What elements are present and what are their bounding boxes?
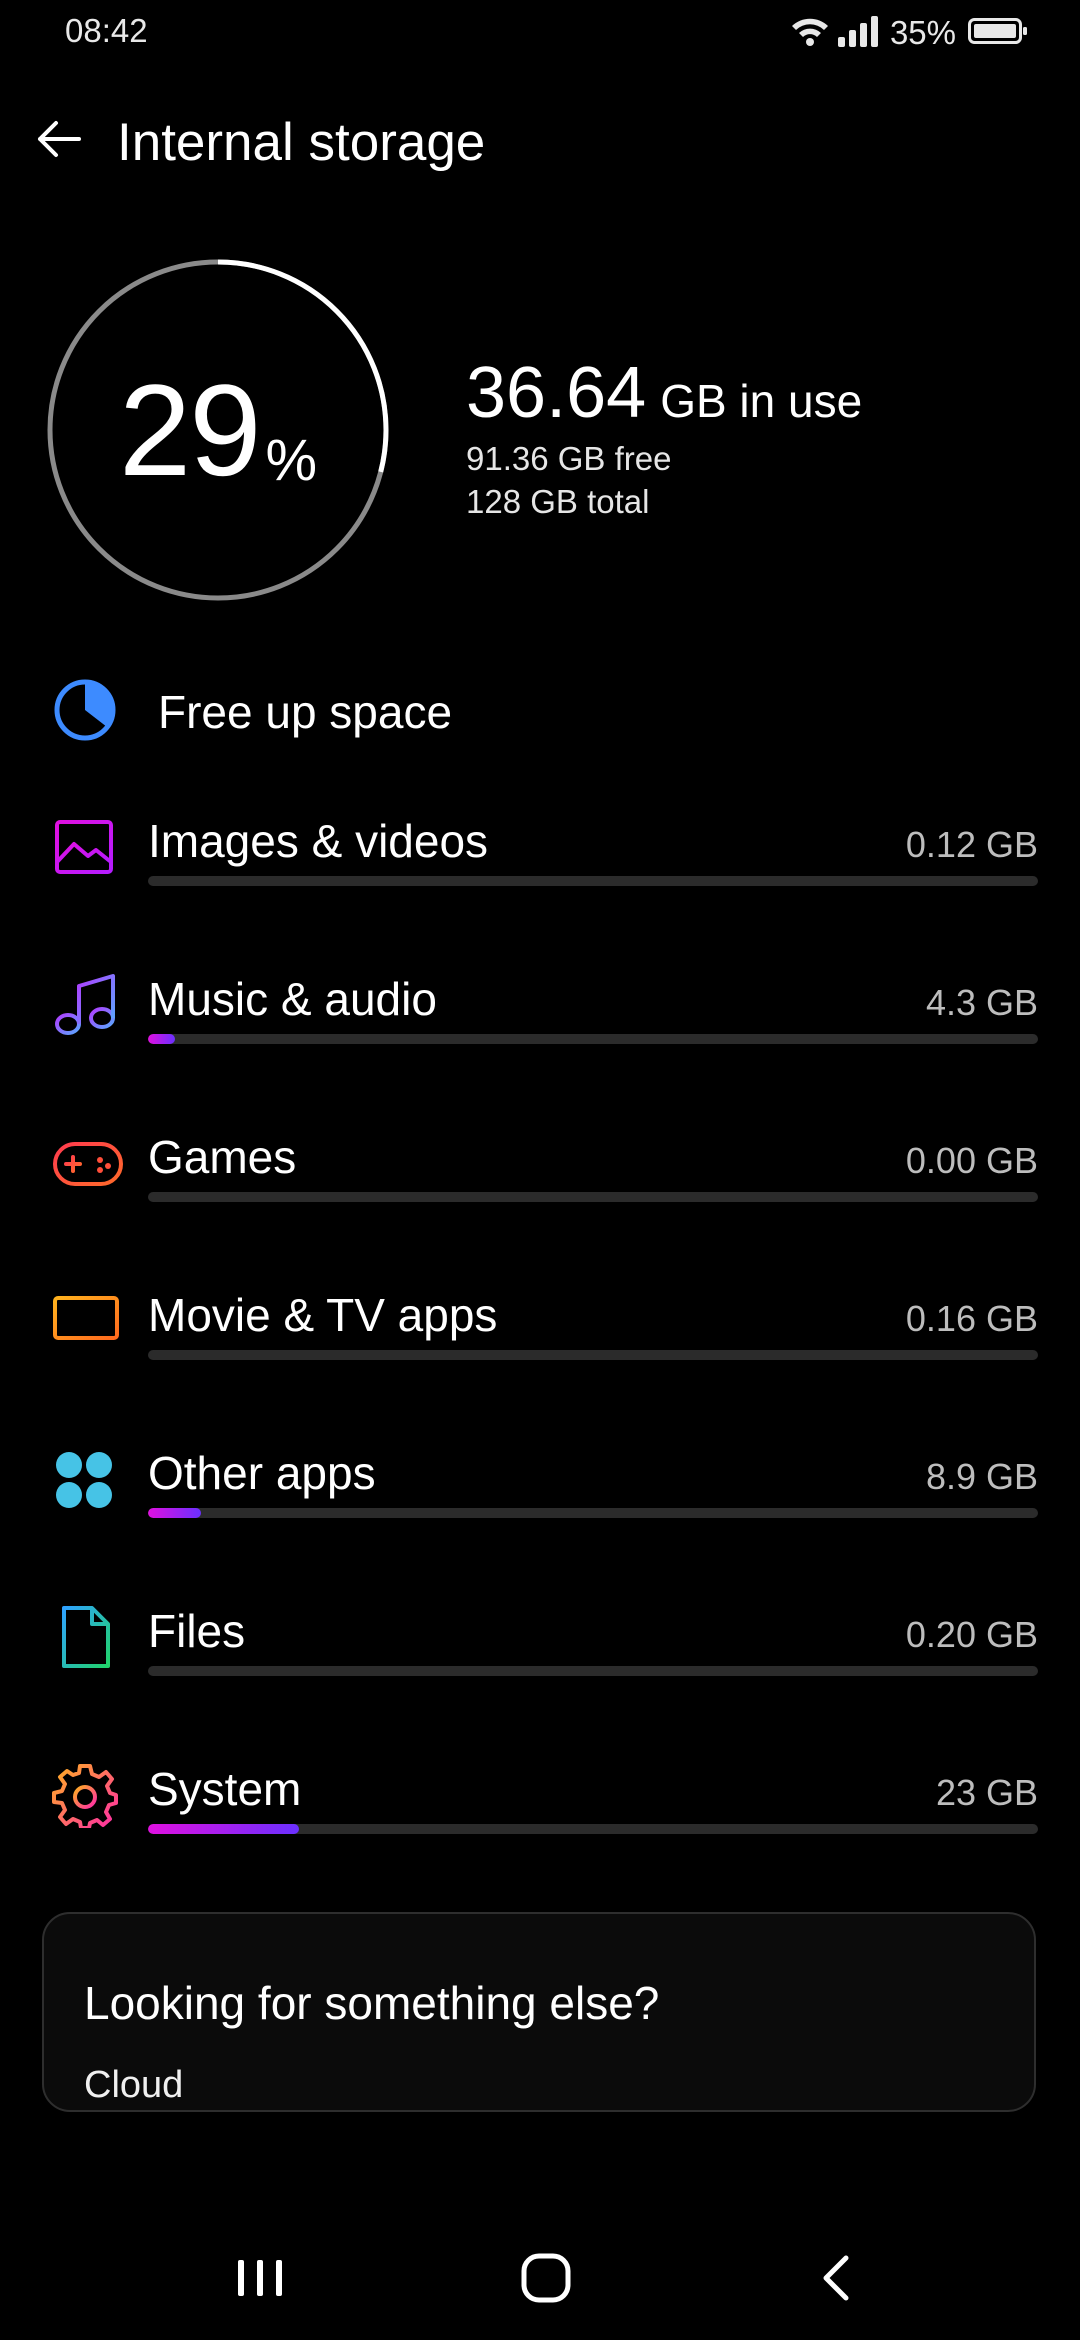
back-button[interactable] <box>28 110 90 172</box>
wifi-icon <box>790 15 830 52</box>
category-files[interactable]: Files 0.20 GB <box>44 1596 1038 1728</box>
category-usage-bar <box>148 1034 1038 1044</box>
free-space-text: 91.36 GB free <box>466 440 672 477</box>
file-icon <box>52 1604 118 1670</box>
category-images-videos[interactable]: Images & videos 0.12 GB <box>44 806 1038 938</box>
battery-icon <box>968 16 1028 51</box>
category-size: 23 GB <box>935 1772 1038 1813</box>
category-usage-fill <box>148 1508 202 1518</box>
status-time: 08:42 <box>65 12 148 49</box>
battery-percent: 35% <box>889 14 956 51</box>
category-label: Other apps <box>148 1447 376 1499</box>
free-up-space-button[interactable]: Free up space <box>52 676 1032 748</box>
recents-icon <box>234 2256 286 2305</box>
usage-percent: 29 % <box>40 252 396 608</box>
category-usage-bar <box>148 1666 1038 1676</box>
back-arrow-icon <box>36 119 82 164</box>
used-value: 36.64 <box>466 353 647 433</box>
category-size: 0.16 GB <box>905 1298 1038 1339</box>
category-label: Files <box>148 1605 246 1657</box>
category-movie-tv-apps[interactable]: Movie & TV apps 0.16 GB <box>44 1280 1038 1412</box>
category-games[interactable]: Games 0.00 GB <box>44 1122 1038 1254</box>
category-usage-fill <box>148 1034 175 1044</box>
category-music-audio[interactable]: Music & audio 4.3 GB <box>44 964 1038 1096</box>
nav-back-button[interactable] <box>776 2240 896 2320</box>
category-usage-bar <box>148 1824 1038 1834</box>
home-icon <box>520 2252 572 2309</box>
category-label: Games <box>148 1131 297 1183</box>
signal-icon <box>836 15 880 52</box>
gear-icon <box>52 1762 118 1830</box>
category-label: Images & videos <box>148 815 489 867</box>
category-size: 0.12 GB <box>905 824 1038 865</box>
category-system[interactable]: System 23 GB <box>44 1754 1038 1886</box>
category-label: Music & audio <box>148 973 437 1025</box>
category-usage-bar <box>148 876 1038 886</box>
category-other-apps[interactable]: Other apps 8.9 GB <box>44 1438 1038 1570</box>
category-usage-fill <box>148 1824 300 1834</box>
usage-percent-sign: % <box>265 427 318 493</box>
category-size: 4.3 GB <box>925 982 1038 1023</box>
page-title: Internal storage <box>117 113 486 172</box>
used-suffix: GB in use <box>660 375 863 427</box>
category-size: 0.20 GB <box>905 1614 1038 1655</box>
used-summary: 36.64 GB in use <box>466 352 862 434</box>
pie-icon <box>52 677 118 748</box>
category-size: 8.9 GB <box>925 1456 1038 1497</box>
nav-back-icon <box>816 2252 856 2309</box>
usage-percent-number: 29 <box>118 357 262 503</box>
tv-icon <box>52 1288 119 1354</box>
home-button[interactable] <box>486 2240 606 2320</box>
free-up-space-label: Free up space <box>158 686 453 738</box>
apps-grid-icon <box>52 1446 118 1512</box>
category-usage-bar <box>148 1350 1038 1360</box>
music-note-icon <box>52 972 118 1038</box>
total-space-text: 128 GB total <box>466 483 650 520</box>
status-icons: 35% <box>790 14 1028 52</box>
looking-for-something-else-card: Looking for something else? Cloud <box>42 1912 1036 2112</box>
category-label: Movie & TV apps <box>148 1289 498 1341</box>
cloud-link[interactable]: Cloud <box>84 2064 183 2107</box>
category-usage-bar <box>148 1508 1038 1518</box>
recents-button[interactable] <box>200 2240 320 2320</box>
image-icon <box>52 814 118 880</box>
category-usage-bar <box>148 1192 1038 1202</box>
card-title: Looking for something else? <box>84 1977 660 2029</box>
category-size: 0.00 GB <box>905 1140 1038 1181</box>
gamepad-icon <box>52 1130 123 1196</box>
category-label: System <box>148 1763 302 1815</box>
